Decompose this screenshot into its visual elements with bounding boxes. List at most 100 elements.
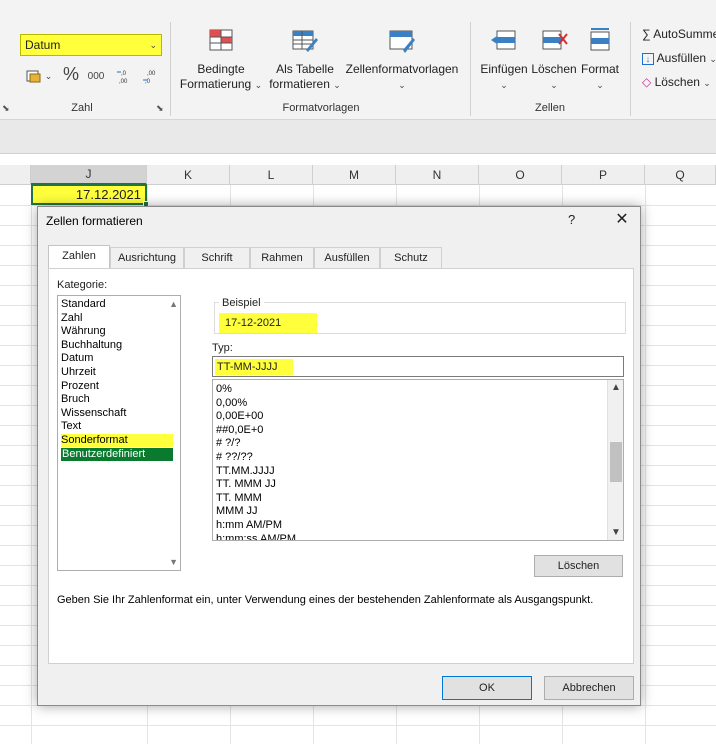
scroll-down-icon[interactable]: ▼ <box>611 527 621 538</box>
autosum-label: AutoSumme <box>653 27 716 41</box>
category-item[interactable]: Standard <box>61 298 173 311</box>
category-list[interactable]: Standard Zahl Währung Buchhaltung Datum … <box>57 295 181 571</box>
clear-button[interactable]: ◇ Löschen ⌄ <box>642 75 711 89</box>
format-list-scrollbar[interactable]: ▲ ▼ <box>607 380 623 540</box>
column-gridline <box>31 185 32 744</box>
close-button[interactable]: ✕ <box>608 209 636 231</box>
insert-cells-button[interactable]: Einfügen ⌄ <box>478 28 530 93</box>
scroll-down-icon[interactable]: ▼ <box>169 557 178 567</box>
category-item-selected[interactable]: Benutzerdefiniert <box>61 447 173 461</box>
cell-styles-label: Zellenformatvorlagen <box>345 62 459 76</box>
category-item[interactable]: Wissenschaft <box>61 407 173 420</box>
scroll-up-icon[interactable]: ▲ <box>169 299 178 309</box>
increase-decimal-icon: ,0,00 <box>117 71 128 84</box>
accounting-format-button[interactable]: ⌄ <box>22 66 56 86</box>
scroll-thumb[interactable] <box>610 442 622 482</box>
column-header-k[interactable]: K <box>147 165 230 185</box>
increase-decimal-button[interactable]: ,0,00 <box>114 66 136 86</box>
format-item[interactable]: 0,00% <box>216 397 247 410</box>
delete-format-button[interactable]: Löschen <box>534 555 623 577</box>
group-separator <box>170 22 171 116</box>
decrease-decimal-button[interactable]: ,00,0 <box>140 66 162 86</box>
delete-cells-label: Löschen <box>531 62 577 76</box>
format-list[interactable]: 0% 0,00% 0,00E+00 ##0,0E+0 # ?/? # ??/??… <box>212 379 624 541</box>
conditional-formatting-icon <box>209 29 233 51</box>
format-as-table-button[interactable]: Als Tabelle formatieren ⌄ <box>264 28 346 93</box>
tab-zahlen[interactable]: Zahlen <box>48 245 110 269</box>
category-item[interactable]: Prozent <box>61 380 173 393</box>
cancel-button[interactable]: Abbrechen <box>544 676 634 700</box>
dialog-launcher-icon[interactable]: ⬊ <box>2 103 10 114</box>
category-item[interactable]: Sonderformat <box>61 434 173 447</box>
format-item[interactable]: TT. MMM JJ <box>216 478 276 491</box>
help-button[interactable]: ? <box>568 212 575 227</box>
clear-label: Löschen <box>654 75 700 89</box>
sigma-icon: ∑ <box>642 27 651 41</box>
category-item[interactable]: Buchhaltung <box>61 339 173 352</box>
tab-panel: Kategorie: Standard Zahl Währung Buchhal… <box>48 268 634 664</box>
tab-ausfuellen[interactable]: Ausfüllen <box>314 247 380 268</box>
column-header-j[interactable]: J <box>31 165 147 185</box>
category-item[interactable]: Text <box>61 420 173 433</box>
scroll-up-icon[interactable]: ▲ <box>611 382 621 393</box>
type-label: Typ: <box>212 342 233 354</box>
conditional-formatting-label-2: Formatierung ⌄ <box>179 77 263 91</box>
format-item[interactable]: h:mm AM/PM <box>216 519 282 532</box>
tab-rahmen[interactable]: Rahmen <box>250 247 314 268</box>
category-item[interactable]: Zahl <box>61 312 173 325</box>
sample-value: 17-12-2021 <box>219 313 317 333</box>
sample-label: Beispiel <box>219 297 264 309</box>
format-item[interactable]: 0,00E+00 <box>216 410 263 423</box>
category-item[interactable]: Uhrzeit <box>61 366 173 379</box>
cell-styles-button[interactable]: Zellenformatvorlagen ⌄ <box>344 28 460 93</box>
thousands-label: 000 <box>87 70 105 82</box>
delete-cells-button[interactable]: Löschen ⌄ <box>530 28 578 93</box>
group-label-number: Zahl <box>71 102 93 114</box>
chevron-down-icon: ⌄ <box>149 39 157 50</box>
type-input-value: TT-MM-JJJJ <box>215 359 294 375</box>
chevron-down-icon: ⌄ <box>44 70 53 81</box>
format-item[interactable]: MMM JJ <box>216 505 258 518</box>
type-input[interactable]: TT-MM-JJJJ <box>212 356 624 377</box>
column-header-q[interactable]: Q <box>645 165 716 185</box>
fill-button[interactable]: ↓ Ausfüllen ⌄ <box>642 51 716 65</box>
autosum-button[interactable]: ∑ AutoSumme <box>642 27 716 41</box>
conditional-formatting-label-1: Bedingte <box>197 62 245 76</box>
chevron-down-icon: ⌄ <box>500 80 508 90</box>
chevron-down-icon: ⌄ <box>550 80 558 90</box>
ok-button[interactable]: OK <box>442 676 532 700</box>
format-item[interactable]: # ?/? <box>216 437 240 450</box>
category-item[interactable]: Bruch <box>61 393 173 406</box>
tab-schrift[interactable]: Schrift <box>184 247 250 268</box>
column-header-m[interactable]: M <box>313 165 396 185</box>
eraser-icon: ◇ <box>642 75 652 89</box>
number-format-dropdown[interactable]: Datum ⌄ <box>20 34 162 56</box>
svg-text:,0: ,0 <box>121 71 127 77</box>
thousands-separator-button[interactable]: 000 <box>84 66 108 86</box>
format-item[interactable]: TT.MM.JJJJ <box>216 465 275 478</box>
conditional-formatting-button[interactable]: Bedingte Formatierung ⌄ <box>178 28 264 93</box>
column-header-left <box>0 165 31 185</box>
percent-button[interactable]: % <box>60 64 82 84</box>
column-header-l[interactable]: L <box>230 165 313 185</box>
tab-schutz[interactable]: Schutz <box>380 247 442 268</box>
chevron-down-icon: ⌄ <box>398 80 406 90</box>
column-header-p[interactable]: P <box>562 165 645 185</box>
column-header-n[interactable]: N <box>396 165 479 185</box>
tab-ausrichtung[interactable]: Ausrichtung <box>110 247 184 268</box>
format-item[interactable]: ##0,0E+0 <box>216 424 263 437</box>
format-item[interactable]: TT. MMM <box>216 492 262 505</box>
column-header-o[interactable]: O <box>479 165 562 185</box>
category-item[interactable]: Währung <box>61 325 173 338</box>
format-cells-icon <box>590 28 610 51</box>
selected-cell[interactable]: 17.12.2021 <box>31 184 147 205</box>
category-label: Kategorie: <box>57 279 108 291</box>
dialog-launcher-icon[interactable]: ⬊ <box>156 103 164 114</box>
format-cells-button[interactable]: Format ⌄ <box>578 28 622 93</box>
format-item[interactable]: 0% <box>216 383 232 396</box>
format-as-table-label-1: Als Tabelle <box>276 62 334 76</box>
format-as-table-label-2: formatieren ⌄ <box>269 77 341 91</box>
category-item[interactable]: Datum <box>61 352 173 365</box>
format-item[interactable]: h:mm:ss AM/PM <box>216 533 296 540</box>
format-item[interactable]: # ??/?? <box>216 451 253 464</box>
